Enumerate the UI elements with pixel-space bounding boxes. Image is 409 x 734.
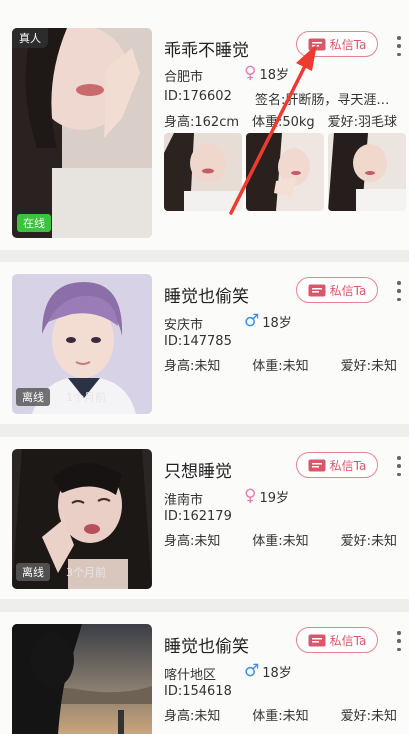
offline-status-badge: 离线 (16, 563, 50, 581)
user-city: 喀什地区 (164, 668, 217, 683)
user-photo[interactable]: 离线 3个月前 (12, 449, 152, 589)
user-card[interactable]: 离线 3个月前 只想睡觉 私信Ta 淮南市 ♀ 19岁 ID:162179 身高… (0, 437, 409, 599)
user-age: 18岁 (262, 665, 292, 681)
user-stats: 身高:未知 体重:未知 爱好:未知 (164, 355, 397, 374)
offline-status-badge: 离线 (16, 388, 50, 406)
message-button-label: 私信Ta (329, 633, 367, 648)
gallery-photo[interactable] (246, 133, 324, 211)
user-signature: 签名:肝断肠，寻天涯… (255, 93, 390, 108)
user-stats: 身高:162cm 体重:50kg 爱好:羽毛球 (164, 111, 397, 130)
message-icon (308, 459, 326, 471)
user-gender-age: ♀ 19岁 (244, 486, 289, 506)
message-icon (308, 284, 326, 296)
message-button-label: 私信Ta (329, 458, 367, 473)
gallery-photo[interactable] (164, 133, 242, 211)
user-city: 安庆市 (164, 318, 204, 333)
user-card[interactable]: 真人 在线 乖乖不睡觉 私信Ta 合肥市 ♀ 18岁 ID:176602 签名:… (0, 0, 409, 250)
user-photo[interactable]: 离线 1个月前 (12, 274, 152, 414)
user-gender-age: ♂ 18岁 (244, 661, 292, 681)
message-button[interactable]: 私信Ta (296, 31, 378, 57)
user-hobby: 爱好:未知 (340, 709, 397, 724)
user-gender-age: ♀ 18岁 (244, 63, 289, 83)
user-hobby: 爱好:未知 (340, 534, 397, 549)
user-name: 乖乖不睡觉 (164, 41, 249, 61)
message-button[interactable]: 私信Ta (296, 277, 378, 303)
female-icon: ♀ (244, 486, 257, 506)
more-icon[interactable] (396, 456, 402, 476)
message-icon (308, 634, 326, 646)
male-icon: ♂ (244, 311, 260, 331)
user-weight: 体重:50kg (251, 115, 315, 130)
last-online-time: 1个月前 (66, 391, 106, 404)
message-button-label: 私信Ta (329, 37, 367, 52)
message-button[interactable]: 私信Ta (296, 452, 378, 478)
message-icon (308, 38, 326, 50)
user-photo-image (12, 28, 152, 238)
user-id: ID:162179 (164, 509, 232, 524)
user-photo-image (12, 624, 152, 734)
more-icon[interactable] (396, 36, 402, 56)
user-weight: 体重:未知 (252, 534, 309, 549)
user-id: ID:176602 (164, 89, 232, 104)
user-city: 淮南市 (164, 493, 204, 508)
gallery-photo-image (328, 133, 406, 211)
user-stats: 身高:未知 体重:未知 爱好:未知 (164, 705, 397, 724)
user-gender-age: ♂ 18岁 (244, 311, 292, 331)
user-name: 只想睡觉 (164, 462, 232, 482)
user-name: 睡觉也偷笑 (164, 637, 249, 657)
last-online-time: 3个月前 (66, 566, 106, 579)
female-icon: ♀ (244, 63, 257, 83)
gallery-photo-image (246, 133, 324, 211)
user-hobby: 爱好:羽毛球 (327, 115, 397, 130)
photo-gallery (164, 133, 406, 211)
user-age: 18岁 (259, 67, 289, 83)
user-name: 睡觉也偷笑 (164, 287, 249, 307)
user-id: ID:147785 (164, 334, 232, 349)
user-weight: 体重:未知 (252, 359, 309, 374)
user-id: ID:154618 (164, 684, 232, 699)
online-status-badge: 在线 (17, 214, 51, 232)
more-icon[interactable] (396, 281, 402, 301)
real-person-badge: 真人 (12, 28, 48, 48)
user-height: 身高:未知 (164, 534, 221, 549)
user-weight: 体重:未知 (252, 709, 309, 724)
more-icon[interactable] (396, 631, 402, 651)
user-photo[interactable] (12, 624, 152, 734)
user-height: 身高:162cm (164, 115, 240, 130)
user-height: 身高:未知 (164, 359, 221, 374)
user-height: 身高:未知 (164, 709, 221, 724)
user-photo[interactable]: 真人 在线 (12, 28, 152, 238)
user-age: 19岁 (259, 490, 289, 506)
user-card[interactable]: 睡觉也偷笑 私信Ta 喀什地区 ♂ 18岁 ID:154618 身高:未知 体重… (0, 612, 409, 734)
user-age: 18岁 (262, 315, 292, 331)
message-button[interactable]: 私信Ta (296, 627, 378, 653)
user-hobby: 爱好:未知 (340, 359, 397, 374)
male-icon: ♂ (244, 661, 260, 681)
user-city: 合肥市 (164, 70, 204, 85)
message-button-label: 私信Ta (329, 283, 367, 298)
gallery-photo[interactable] (328, 133, 406, 211)
user-card[interactable]: 离线 1个月前 睡觉也偷笑 私信Ta 安庆市 ♂ 18岁 ID:147785 身… (0, 262, 409, 424)
gallery-photo-image (164, 133, 242, 211)
user-stats: 身高:未知 体重:未知 爱好:未知 (164, 530, 397, 549)
